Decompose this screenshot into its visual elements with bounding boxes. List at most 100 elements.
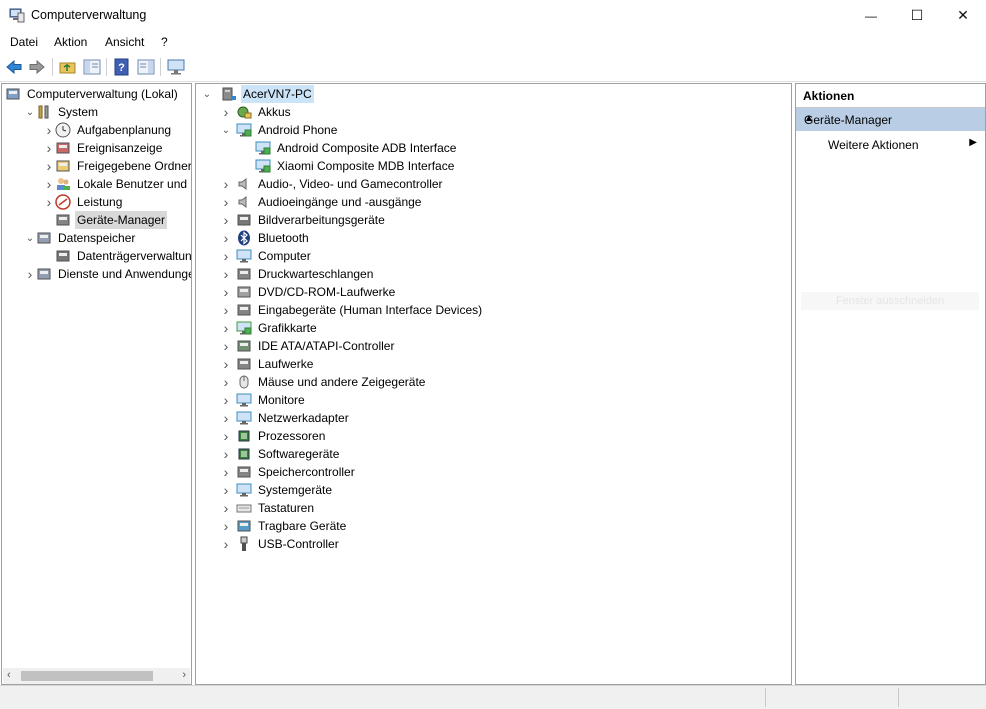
maximize-button[interactable]: ☐ — [894, 0, 940, 31]
close-button[interactable]: ✕ — [940, 0, 986, 31]
device-tree-item[interactable]: › USB-Controller — [220, 535, 341, 553]
menu-help[interactable]: ? — [161, 35, 168, 49]
chevron-right-icon[interactable]: › — [220, 535, 232, 553]
chevron-right-icon[interactable]: › — [220, 301, 232, 319]
scrollbar-thumb[interactable] — [21, 671, 153, 681]
chevron-right-icon[interactable]: › — [220, 247, 232, 265]
device-tree-item[interactable]: › Tastaturen — [220, 499, 316, 517]
nav-tree-item[interactable]: › Leistung — [43, 193, 124, 211]
device-tree-item-label: Bildverarbeitungsgeräte — [258, 213, 385, 227]
menu-aktion[interactable]: Aktion — [54, 35, 87, 49]
device-tree-item[interactable]: › Computer — [220, 247, 313, 265]
chevron-right-icon[interactable]: › — [220, 319, 232, 337]
device-tree-item[interactable]: › Druckwarteschlangen — [220, 265, 375, 283]
device-tree-item[interactable]: › Akkus — [220, 103, 293, 121]
horizontal-scrollbar[interactable]: ‹ › — [3, 668, 190, 684]
minimize-button[interactable]: — — [848, 0, 894, 31]
back-arrow-icon[interactable] — [5, 58, 23, 76]
device-tree-item-label: Mäuse und andere Zeigegeräte — [258, 375, 426, 389]
weitere-aktionen-item[interactable]: Weitere Aktionen — [828, 138, 919, 152]
chevron-right-icon[interactable]: › — [220, 445, 232, 463]
nav-tree-item[interactable]: Geräte-Manager — [43, 211, 168, 229]
chevron-right-icon[interactable]: › — [43, 121, 55, 139]
device-tree-item[interactable]: › Softwaregeräte — [220, 445, 341, 463]
forward-arrow-icon[interactable] — [28, 58, 46, 76]
device-root-row[interactable]: ⌄ AcerVN7-PC — [201, 85, 314, 103]
help-icon[interactable]: ? — [113, 58, 131, 76]
chevron-right-icon[interactable]: › — [220, 193, 232, 211]
chevron-down-icon[interactable]: ⌄ — [24, 103, 36, 121]
device-tree-item[interactable]: › Monitore — [220, 391, 307, 409]
nav-tree-item[interactable]: ⌄ Datenspeicher — [24, 229, 137, 247]
device-tree-item[interactable]: › Eingabegeräte (Human Interface Devices) — [220, 301, 484, 319]
chevron-right-icon[interactable]: › — [220, 409, 232, 427]
nav-tree-item[interactable]: ⌄ System — [24, 103, 100, 121]
chevron-right-icon[interactable]: › — [220, 211, 232, 229]
computer-management-app-icon — [9, 8, 25, 23]
submenu-arrow-icon: ▶ — [969, 137, 977, 148]
chevron-right-icon[interactable]: › — [220, 103, 232, 121]
menu-datei[interactable]: Datei — [10, 35, 38, 49]
scroll-right-icon[interactable]: › — [182, 669, 186, 681]
chevron-right-icon[interactable]: › — [220, 391, 232, 409]
device-tree-item[interactable]: › Speichercontroller — [220, 463, 357, 481]
chevron-right-icon[interactable]: › — [43, 175, 55, 193]
device-tree-item[interactable]: › Prozessoren — [220, 427, 327, 445]
device-tree-item[interactable]: › Laufwerke — [220, 355, 315, 373]
nav-tree-item[interactable]: › Ereignisanzeige — [43, 139, 164, 157]
menu-ansicht[interactable]: Ansicht — [105, 35, 144, 49]
chevron-right-icon[interactable]: › — [220, 175, 232, 193]
chevron-right-icon[interactable]: › — [43, 193, 55, 211]
device-tree-item[interactable]: › Audioeingänge und -ausgänge — [220, 193, 423, 211]
scroll-left-icon[interactable]: ‹ — [7, 669, 11, 681]
chevron-down-icon[interactable]: ⌄ — [220, 121, 232, 139]
chevron-right-icon[interactable]: › — [220, 499, 232, 517]
device-tree-item[interactable]: › Grafikkarte — [220, 319, 319, 337]
chevron-right-icon[interactable]: › — [220, 481, 232, 499]
chevron-right-icon[interactable]: › — [43, 139, 55, 157]
chevron-right-icon[interactable]: › — [220, 355, 232, 373]
nav-tree-item[interactable]: › Lokale Benutzer und Gruppen — [43, 175, 191, 193]
chevron-right-icon[interactable]: › — [220, 517, 232, 535]
collapse-up-icon[interactable]: ▲ — [804, 113, 977, 124]
chevron-right-icon[interactable]: › — [24, 265, 36, 283]
device-tree-item-label: Xiaomi Composite MDB Interface — [277, 159, 455, 173]
nav-tree-item[interactable]: Computerverwaltung (Lokal) — [5, 85, 180, 103]
nav-tree-item[interactable]: › Aufgabenplanung — [43, 121, 173, 139]
chevron-down-icon[interactable]: ⌄ — [201, 85, 213, 103]
device-tree-item[interactable]: › Netzwerkadapter — [220, 409, 351, 427]
chevron-right-icon[interactable]: › — [220, 283, 232, 301]
device-tree-item-label: Android Composite ADB Interface — [277, 141, 457, 155]
chevron-down-icon[interactable]: ⌄ — [24, 229, 36, 247]
device-tree-item[interactable]: › IDE ATA/ATAPI-Controller — [220, 337, 396, 355]
device-tree-item[interactable]: Android Composite ADB Interface — [239, 139, 458, 157]
navigation-tree-pane: Computerverwaltung (Lokal) ⌄ System › Aufgab… — [1, 83, 192, 685]
mouse-icon — [239, 375, 249, 389]
show-hide-tree-icon[interactable] — [83, 58, 101, 76]
device-tree-item[interactable]: Xiaomi Composite MDB Interface — [239, 157, 456, 175]
device-tree-item[interactable]: › Tragbare Geräte — [220, 517, 348, 535]
nav-tree-item[interactable]: › Dienste und Anwendungen — [24, 265, 191, 283]
status-divider — [765, 688, 766, 707]
nav-tree-item[interactable]: Datenträgerverwaltung — [43, 247, 191, 265]
usb-icon — [240, 536, 248, 551]
device-tree-item[interactable]: › Systemgeräte — [220, 481, 334, 499]
chevron-right-icon[interactable]: › — [43, 157, 55, 175]
properties-icon[interactable] — [137, 58, 155, 76]
nav-tree-item[interactable]: › Freigegebene Ordner — [43, 157, 191, 175]
chevron-right-icon[interactable]: › — [220, 463, 232, 481]
chevron-right-icon[interactable]: › — [220, 229, 232, 247]
chevron-right-icon[interactable]: › — [220, 427, 232, 445]
chevron-right-icon[interactable]: › — [220, 265, 232, 283]
monitor-icon[interactable] — [167, 58, 185, 76]
up-folder-icon[interactable] — [59, 58, 77, 76]
chevron-right-icon[interactable]: › — [220, 373, 232, 391]
device-tree-item[interactable]: › Bluetooth — [220, 229, 311, 247]
device-tree-item[interactable]: › Audio-, Video- und Gamecontroller — [220, 175, 445, 193]
device-tree-item[interactable]: › Mäuse und andere Zeigegeräte — [220, 373, 427, 391]
device-tree-item[interactable]: › DVD/CD-ROM-Laufwerke — [220, 283, 397, 301]
device-tree-item[interactable]: › Bildverarbeitungsgeräte — [220, 211, 387, 229]
actions-section-geraete-manager[interactable]: Geräte-Manager ▲ — [796, 108, 985, 131]
device-tree-item[interactable]: ⌄ Android Phone — [220, 121, 339, 139]
chevron-right-icon[interactable]: › — [220, 337, 232, 355]
